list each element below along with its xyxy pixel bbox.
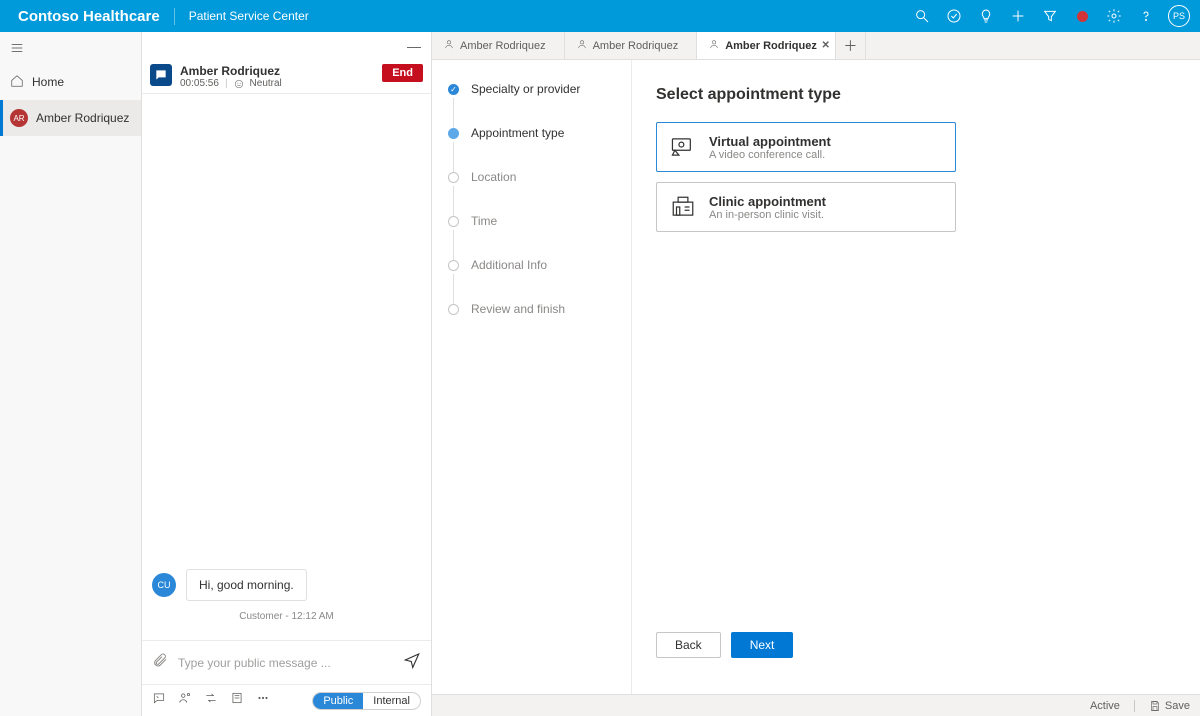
message-mode-toggle[interactable]: Public Internal bbox=[312, 692, 421, 710]
status-bar: Active Save bbox=[432, 694, 1200, 716]
wizard-nav-buttons: Back Next bbox=[656, 612, 1176, 658]
left-sidebar: Home AR Amber Rodriquez bbox=[0, 32, 142, 716]
quick-reply-icon[interactable] bbox=[152, 691, 166, 710]
minimize-icon[interactable]: — bbox=[407, 38, 421, 54]
chat-channel-icon bbox=[150, 64, 172, 86]
person-icon bbox=[709, 39, 719, 52]
step-label: Additional Info bbox=[471, 258, 547, 272]
end-call-button[interactable]: End bbox=[382, 64, 423, 82]
tab-patient-3[interactable]: Amber Rodriquez ✕ bbox=[697, 32, 836, 59]
main-area: Amber Rodriquez Amber Rodriquez Amber Ro… bbox=[432, 32, 1200, 716]
option-virtual-appointment[interactable]: Virtual appointment A video conference c… bbox=[656, 122, 956, 172]
notes-icon[interactable] bbox=[230, 691, 244, 710]
sidebar-toggle[interactable] bbox=[0, 32, 141, 64]
tab-label: Amber Rodriquez bbox=[725, 40, 817, 52]
message-composer bbox=[142, 640, 431, 684]
clinic-appointment-icon bbox=[669, 193, 697, 221]
wizard-step-time[interactable]: Time bbox=[448, 214, 615, 228]
consult-icon[interactable] bbox=[178, 691, 192, 710]
option-desc: An in-person clinic visit. bbox=[709, 209, 826, 221]
message-list: CU Hi, good morning. Customer - 12:12 AM bbox=[142, 94, 431, 640]
wizard-step-review[interactable]: Review and finish bbox=[448, 302, 615, 316]
sidebar-item-home[interactable]: Home bbox=[0, 64, 141, 100]
user-avatar[interactable]: PS bbox=[1168, 5, 1190, 27]
record-state: Active bbox=[1090, 700, 1120, 712]
lightbulb-icon[interactable] bbox=[970, 0, 1002, 32]
appointment-type-panel: Select appointment type Virtual appointm… bbox=[632, 60, 1200, 694]
wizard-step-specialty[interactable]: Specialty or provider bbox=[448, 82, 615, 96]
conversation-header: Amber Rodriquez 00:05:56 | Neutral End bbox=[142, 60, 431, 94]
patient-name: Amber Rodriquez bbox=[180, 64, 282, 78]
option-clinic-appointment[interactable]: Clinic appointment An in-person clinic v… bbox=[656, 182, 956, 232]
close-tab-icon[interactable]: ✕ bbox=[821, 40, 829, 51]
sidebar-item-label: Amber Rodriquez bbox=[36, 111, 129, 125]
record-indicator-icon[interactable] bbox=[1066, 0, 1098, 32]
step-dot-icon bbox=[448, 216, 459, 227]
composer-toolbar: Public Internal bbox=[142, 684, 431, 716]
wizard-step-additional-info[interactable]: Additional Info bbox=[448, 258, 615, 272]
sidebar-item-label: Home bbox=[32, 75, 64, 89]
tab-patient-1[interactable]: Amber Rodriquez bbox=[432, 32, 565, 59]
step-dot-icon bbox=[448, 260, 459, 271]
message-input[interactable] bbox=[178, 656, 393, 670]
call-duration: 00:05:56 bbox=[180, 78, 219, 89]
add-icon[interactable] bbox=[1002, 0, 1034, 32]
option-desc: A video conference call. bbox=[709, 149, 831, 161]
step-dot-icon bbox=[448, 304, 459, 315]
search-icon[interactable] bbox=[906, 0, 938, 32]
panel-heading: Select appointment type bbox=[656, 86, 1176, 104]
option-title: Virtual appointment bbox=[709, 134, 831, 149]
mode-public[interactable]: Public bbox=[313, 693, 363, 709]
person-icon bbox=[444, 39, 454, 52]
more-icon[interactable] bbox=[256, 691, 270, 710]
step-label: Location bbox=[471, 170, 516, 184]
app-topbar: Contoso Healthcare Patient Service Cente… bbox=[0, 0, 1200, 32]
wizard-step-location[interactable]: Location bbox=[448, 170, 615, 184]
save-button[interactable]: Save bbox=[1149, 700, 1190, 712]
tab-bar: Amber Rodriquez Amber Rodriquez Amber Ro… bbox=[432, 32, 1200, 60]
brand-title: Contoso Healthcare bbox=[18, 8, 175, 25]
wizard-steps: Specialty or provider Appointment type L… bbox=[432, 60, 632, 694]
filter-icon[interactable] bbox=[1034, 0, 1066, 32]
wizard-step-appointment-type[interactable]: Appointment type bbox=[448, 126, 615, 140]
tab-label: Amber Rodriquez bbox=[460, 40, 546, 52]
message-meta: Customer - 12:12 AM bbox=[152, 607, 421, 630]
option-title: Clinic appointment bbox=[709, 194, 826, 209]
step-label: Specialty or provider bbox=[471, 82, 580, 96]
tab-label: Amber Rodriquez bbox=[593, 40, 679, 52]
next-button[interactable]: Next bbox=[731, 632, 794, 658]
person-icon bbox=[577, 39, 587, 52]
transfer-icon[interactable] bbox=[204, 691, 218, 710]
module-title: Patient Service Center bbox=[189, 9, 309, 23]
step-dot-icon bbox=[448, 128, 459, 139]
mode-internal[interactable]: Internal bbox=[363, 693, 420, 709]
step-dot-icon bbox=[448, 172, 459, 183]
sidebar-item-patient[interactable]: AR Amber Rodriquez bbox=[0, 100, 141, 136]
sentiment-label: Neutral bbox=[250, 78, 282, 89]
conversation-panel: — Amber Rodriquez 00:05:56 | Neutral End… bbox=[142, 32, 432, 716]
message-row: CU Hi, good morning. bbox=[152, 569, 421, 601]
step-label: Time bbox=[471, 214, 497, 228]
send-icon[interactable] bbox=[403, 651, 421, 674]
task-icon[interactable] bbox=[938, 0, 970, 32]
settings-gear-icon[interactable] bbox=[1098, 0, 1130, 32]
message-bubble: Hi, good morning. bbox=[186, 569, 307, 601]
sender-avatar-icon: CU bbox=[152, 573, 176, 597]
help-icon[interactable] bbox=[1130, 0, 1162, 32]
step-label: Appointment type bbox=[471, 126, 564, 140]
add-tab-button[interactable]: ＋ bbox=[836, 32, 866, 59]
back-button[interactable]: Back bbox=[656, 632, 721, 658]
virtual-appointment-icon bbox=[669, 133, 697, 161]
step-dot-icon bbox=[448, 84, 459, 95]
save-label: Save bbox=[1165, 700, 1190, 712]
patient-avatar-icon: AR bbox=[10, 109, 28, 127]
sentiment-icon bbox=[234, 79, 244, 89]
step-label: Review and finish bbox=[471, 302, 565, 316]
tab-patient-2[interactable]: Amber Rodriquez bbox=[565, 32, 698, 59]
attach-icon[interactable] bbox=[152, 652, 168, 673]
home-icon bbox=[10, 74, 24, 91]
